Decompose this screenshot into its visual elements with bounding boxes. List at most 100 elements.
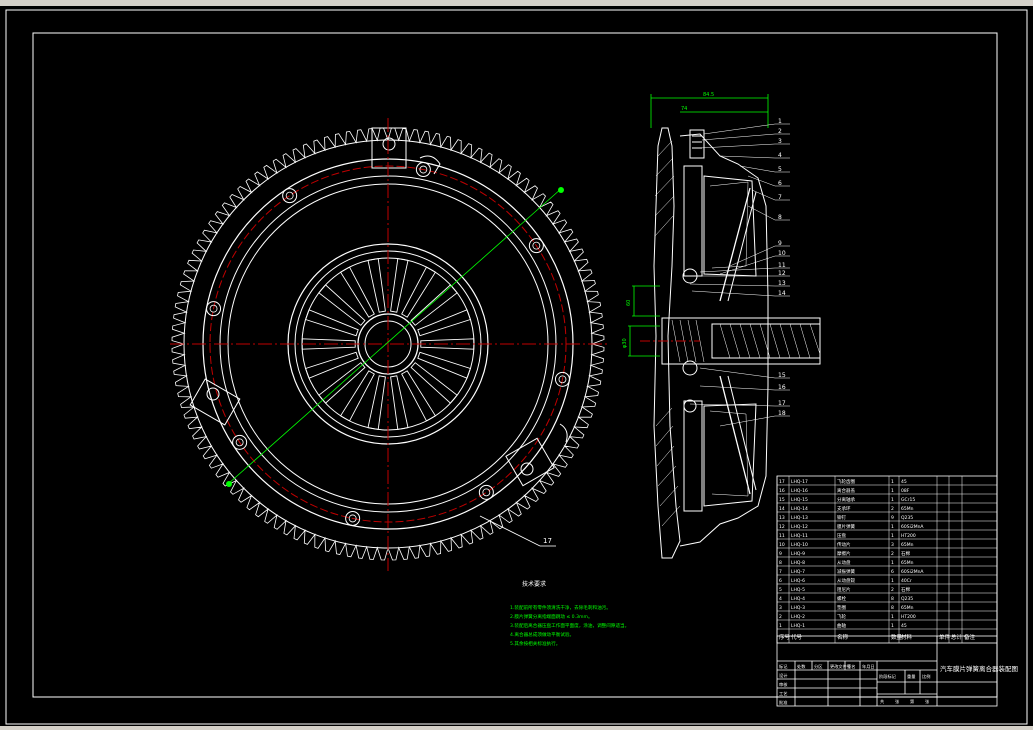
bom-cell: 9 [779, 551, 782, 557]
bom-cell: 2 [891, 506, 894, 512]
bom-cell: 飞轮 [837, 613, 846, 620]
bom-cell: 3 [891, 542, 894, 548]
section-callout-16: 16 [778, 384, 786, 391]
bom-cell: 飞轮齿圈 [837, 478, 855, 485]
title-block-cell: 工艺 [779, 691, 787, 696]
bom-cell: LHQ-10 [791, 542, 808, 548]
title-block-cell: 张 [895, 698, 900, 705]
lug-hook-right [559, 423, 568, 443]
bom-cell: 摩擦片 [837, 550, 851, 557]
bom-cell: 65Mn [901, 542, 914, 548]
bom-cell: 60Si2MnA [901, 569, 924, 575]
spring-finger-slot [401, 266, 437, 318]
spring-finger-slot [417, 351, 471, 379]
diaphragm-lower [719, 375, 751, 495]
drawing-title: 汽车膜片弹簧离合器装配图 [940, 664, 1018, 673]
technical-notes: 技术要求 1.装配前所有零件须清洗干净，去除毛刺和油污。 2.膜片弹簧分离指端面… [510, 580, 629, 647]
bom-cell: 从动盘 [837, 559, 851, 566]
bom-cell: LHQ-14 [791, 506, 808, 512]
section-callout-14: 14 [778, 290, 786, 297]
bom-cell: 石棉 [901, 586, 910, 593]
title-block-cell: 签名 [847, 663, 855, 670]
bom-cell: 1 [891, 524, 894, 530]
bom-cell: GCr15 [901, 497, 915, 503]
bom-cell: 曲轴 [837, 622, 846, 629]
bom-header-cell: 总计 [951, 633, 963, 641]
bill-of-materials: 17 LHQ-17 飞轮齿圈 1 4516 LHQ-16 离合器盖 1 08F15 LHQ-15 分… [776, 475, 998, 644]
bom-header-cell: 材料 [901, 633, 913, 641]
bom-cell: 2 [779, 614, 782, 620]
spring-finger-slot [305, 351, 359, 379]
title-block-cell: 设计 [779, 672, 787, 679]
bolt-head [282, 188, 298, 204]
bom-cell: 12 [779, 524, 785, 530]
spring-finger-slot [318, 284, 366, 326]
bom-cell: 1 [891, 479, 894, 485]
bom-cell: 8 [779, 560, 782, 566]
section-callout-13: 13 [778, 280, 786, 287]
leader-17 [479, 515, 541, 547]
bom-header-cell: 序号 [779, 633, 791, 641]
bom-cell: 08F [901, 488, 910, 494]
spring-finger-slot [410, 284, 458, 326]
bom-cell: Q235 [901, 515, 913, 521]
bom-cell: 15 [779, 497, 785, 503]
bom-cell: LHQ-16 [791, 488, 808, 494]
window-bottom-bar [0, 726, 1033, 730]
bom-cell: 石棉 [901, 550, 910, 557]
bom-cell: 45 [901, 623, 907, 629]
spring-finger-slot [339, 370, 375, 422]
note-3: 3.装配后离合器压盘工作面平面度，涂油，调整间隙适当。 [510, 622, 629, 629]
bom-cell: 离合器盖 [837, 487, 855, 494]
bom-cell: LHQ-2 [791, 614, 805, 620]
bom-cell: 65Mn [901, 506, 914, 512]
section-callout-1: 1 [778, 118, 782, 125]
pressure-plate-lower [683, 400, 703, 512]
bom-cell: LHQ-7 [791, 569, 805, 575]
front-view: 17 [170, 118, 608, 571]
bom-cell: 16 [779, 488, 785, 494]
callout-17: 17 [543, 537, 552, 545]
bom-cell: 65Mn [901, 560, 914, 566]
cad-drawing-canvas[interactable]: 17 84.5 74 60 φ30 1 2 3 4 5 6 7 8 9 10 1… [0, 6, 1033, 726]
title-block-cell: 共 [880, 698, 884, 705]
section-marker-bottom [226, 481, 232, 487]
bom-cell: 9 [891, 515, 894, 521]
bom-cell: 7 [779, 569, 782, 575]
spring-finger-slot [305, 309, 359, 337]
bom-cell: LHQ-13 [791, 515, 808, 521]
section-callout-12: 12 [778, 270, 786, 277]
rivet-lower [683, 399, 697, 413]
bom-cell: 分离轴承 [837, 496, 855, 503]
title-block-cell: 阶段标记 [879, 673, 897, 680]
bom-cell: LHQ-6 [791, 578, 805, 584]
bom-cell: 10 [779, 542, 785, 548]
note-5: 5.其余按相关标准执行。 [510, 640, 560, 647]
bom-cell: 45 [901, 479, 907, 485]
note-4: 4.离合器总成须做动平衡试验。 [510, 631, 574, 638]
section-callout-8: 8 [778, 214, 782, 221]
section-callout-10: 10 [778, 250, 786, 257]
bom-cell: 1 [891, 623, 894, 629]
bom-cell: 铆钉 [837, 514, 846, 521]
bom-cell: 1 [891, 488, 894, 494]
pressure-plate-upper [683, 165, 703, 277]
spring-finger-slot [339, 266, 375, 318]
bom-cell: 1 [891, 578, 894, 584]
section-callout-3: 3 [778, 138, 782, 145]
bom-cell: 65Mn [901, 605, 914, 611]
bom-cell: LHQ-12 [791, 524, 808, 530]
bom-cell: 2 [891, 587, 894, 593]
inner-border [32, 32, 998, 698]
bom-cell: 1 [779, 623, 782, 629]
section-callout-17: 17 [778, 400, 786, 407]
bom-cell: 支承环 [837, 505, 851, 512]
section-callout-6: 6 [778, 180, 782, 187]
bom-cell: LHQ-17 [791, 479, 808, 485]
bom-cell: HT200 [901, 614, 916, 620]
svg-text:φ30: φ30 [622, 338, 628, 348]
bom-cell: 6 [891, 569, 894, 575]
bom-cell: 11 [779, 533, 785, 539]
bom-cell: LHQ-4 [791, 596, 805, 602]
bom-cell: 8 [891, 596, 894, 602]
